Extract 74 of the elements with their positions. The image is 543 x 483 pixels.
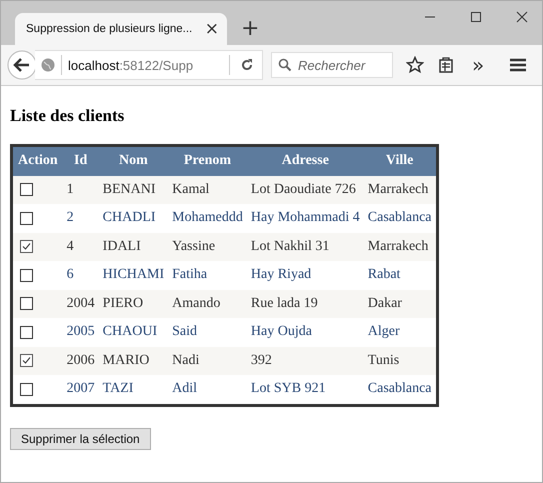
page-heading: Liste des clients <box>10 106 126 126</box>
table-cell: Rabat <box>364 261 438 290</box>
row-checkbox[interactable] <box>20 326 33 339</box>
table-cell: 392 <box>246 346 364 375</box>
maximize-icon[interactable] <box>470 11 482 23</box>
table-cell: Lot Nakhil 31 <box>246 232 364 261</box>
table-cell: 2 <box>62 204 99 232</box>
address-bar[interactable]: localhost:58122/Supp <box>35 50 263 80</box>
table-cell: Marrakech <box>364 176 438 204</box>
table-cell: Alger <box>364 318 438 346</box>
column-header: Action <box>12 146 63 176</box>
clipboard-icon[interactable] <box>438 57 454 73</box>
table-cell: Lot SYB 921 <box>246 375 364 405</box>
table-cell: HICHAMI <box>98 261 168 290</box>
column-header: Id <box>62 146 99 176</box>
address-path: :58122/Supp <box>119 58 194 72</box>
menu-icon[interactable] <box>510 58 526 72</box>
search-icon <box>278 58 292 72</box>
reload-icon[interactable] <box>240 58 254 72</box>
address-host: localhost <box>68 58 120 72</box>
row-checkbox[interactable] <box>20 382 33 396</box>
table-cell: Tunis <box>364 346 438 375</box>
table-cell: Nadi <box>168 346 247 375</box>
table-cell: Hay Oujda <box>246 318 364 346</box>
table-cell: Casablanca <box>364 204 438 232</box>
table-cell: CHAOUI <box>98 318 168 346</box>
browser-tab[interactable]: Suppression de plusieurs ligne... × <box>15 13 227 45</box>
row-checkbox[interactable] <box>20 212 33 225</box>
table-cell: Dakar <box>364 290 438 318</box>
column-header: Ville <box>364 146 438 176</box>
search-field[interactable]: Rechercher <box>271 52 393 78</box>
table-cell: Kamal <box>168 176 247 204</box>
column-header: Adresse <box>246 146 364 176</box>
table-cell: Casablanca <box>364 375 438 405</box>
table-cell: 4 <box>62 232 99 261</box>
close-icon[interactable] <box>516 11 528 23</box>
row-checkbox[interactable] <box>20 240 33 254</box>
table-cell: 2004 <box>62 290 99 318</box>
table-cell: Hay Mohammadi 4 <box>246 204 364 232</box>
table-cell: 1 <box>62 176 99 204</box>
table-cell: MARIO <box>98 346 168 375</box>
overflow-button[interactable]: » <box>472 55 484 75</box>
table-cell: TAZI <box>98 375 168 405</box>
back-button[interactable] <box>7 50 37 80</box>
tab-title: Suppression de plusieurs ligne... <box>26 23 192 35</box>
table-cell: Said <box>168 318 247 346</box>
table-cell: Rue lada 19 <box>246 290 364 318</box>
close-tab-button[interactable]: × <box>204 19 219 39</box>
column-header: Nom <box>98 146 168 176</box>
bookmark-star-icon[interactable] <box>406 56 424 74</box>
table-cell: Adil <box>168 375 247 405</box>
row-checkbox[interactable] <box>20 268 33 282</box>
row-checkbox[interactable] <box>20 183 33 196</box>
table-cell: 2006 <box>62 346 99 375</box>
table-cell: Amando <box>168 290 247 318</box>
table-cell: BENANI <box>98 176 168 204</box>
globe-icon <box>41 58 55 72</box>
table-cell: Fatiha <box>168 261 247 290</box>
delete-selection-button[interactable]: Supprimer la sélection <box>10 428 151 450</box>
table-cell: Yassine <box>168 232 247 261</box>
table-cell: Mohameddd <box>168 204 247 232</box>
table-cell: 6 <box>62 261 99 290</box>
table-cell: Marrakech <box>364 232 438 261</box>
table-cell: 2005 <box>62 318 99 346</box>
row-checkbox[interactable] <box>20 297 33 310</box>
column-header: Prenom <box>168 146 247 176</box>
table-cell: 2007 <box>62 375 99 405</box>
table-cell: PIERO <box>98 290 168 318</box>
row-checkbox[interactable] <box>20 354 33 368</box>
new-tab-button[interactable]: + <box>241 17 260 41</box>
table-cell: Hay Riyad <box>246 261 364 290</box>
table-cell: IDALI <box>98 232 168 261</box>
table-cell: Lot Daoudiate 726 <box>246 176 364 204</box>
table-cell: CHADLI <box>98 204 168 232</box>
